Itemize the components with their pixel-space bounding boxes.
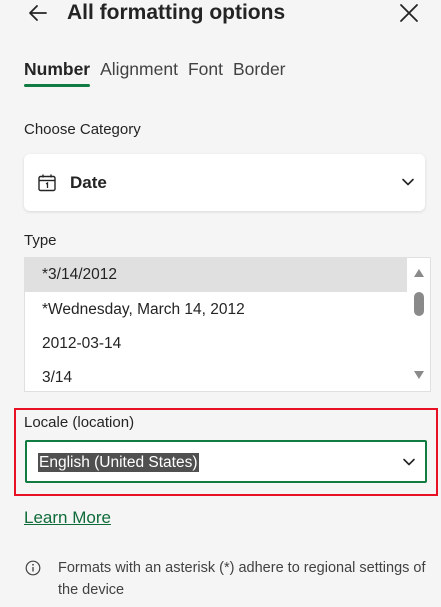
type-scrollbar[interactable]: [408, 258, 430, 391]
tab-border[interactable]: Border: [233, 57, 286, 81]
info-text: Formats with an asterisk (*) adhere to r…: [58, 560, 426, 598]
type-option[interactable]: 3/14: [25, 361, 407, 391]
tab-number[interactable]: Number: [24, 57, 91, 87]
calendar-icon: [37, 173, 57, 193]
type-option[interactable]: *Wednesday, March 14, 2012: [25, 293, 407, 327]
tab-bar: Number Alignment Font Border: [24, 57, 296, 87]
back-arrow-icon: [29, 5, 47, 21]
chevron-down-icon: [403, 458, 415, 466]
type-option[interactable]: 2012-03-14: [25, 327, 407, 361]
tab-font[interactable]: Font: [188, 57, 223, 81]
type-listbox[interactable]: *3/14/2012 *Wednesday, March 14, 2012 20…: [24, 257, 431, 392]
locale-value: English (United States): [38, 453, 199, 472]
category-value: Date: [70, 172, 107, 192]
chevron-down-icon: [402, 178, 414, 186]
info-icon: [25, 560, 41, 576]
page-title: All formatting options: [67, 1, 286, 24]
category-dropdown[interactable]: Date: [24, 154, 425, 211]
category-label: Choose Category: [24, 121, 141, 138]
scroll-up-icon[interactable]: [413, 268, 425, 278]
locale-dropdown[interactable]: English (United States): [25, 440, 427, 483]
back-button[interactable]: [22, 0, 54, 26]
type-option[interactable]: *3/14/2012: [25, 258, 407, 292]
tab-alignment[interactable]: Alignment: [100, 57, 178, 81]
type-label: Type: [24, 232, 57, 249]
locale-label: Locale (location): [24, 414, 135, 431]
learn-more-link[interactable]: Learn More: [24, 507, 111, 529]
close-button[interactable]: [394, 0, 424, 26]
scroll-down-icon[interactable]: [413, 370, 425, 380]
scroll-thumb[interactable]: [414, 292, 424, 316]
close-icon: [400, 4, 418, 22]
